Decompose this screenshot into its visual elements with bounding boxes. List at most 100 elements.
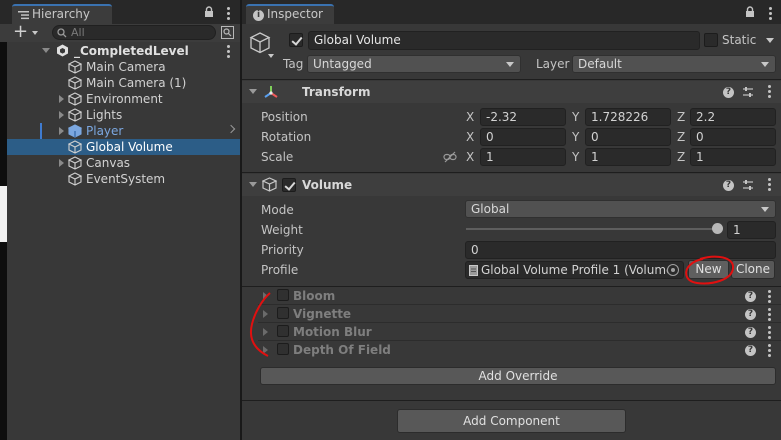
layer-label: Layer bbox=[536, 57, 570, 71]
position-axis-label[interactable]: Z bbox=[677, 110, 685, 124]
gameobject-cube-icon bbox=[249, 32, 271, 54]
gameobject-icon bbox=[68, 156, 82, 170]
lock-icon[interactable] bbox=[204, 6, 214, 18]
scene-menu-icon[interactable] bbox=[227, 45, 230, 60]
rotation-x-field[interactable]: 0 bbox=[480, 128, 566, 146]
scene-search-icon[interactable] bbox=[221, 26, 234, 39]
rotation-axis-label[interactable]: Z bbox=[677, 130, 685, 144]
position-x-field[interactable]: -2.32 bbox=[480, 108, 566, 126]
weight-field[interactable]: 1 bbox=[727, 221, 776, 239]
separator bbox=[242, 400, 781, 401]
hierarchy-item[interactable]: Global Volume bbox=[7, 139, 240, 155]
override-menu-icon[interactable] bbox=[768, 344, 771, 359]
transform-help-icon[interactable]: ? bbox=[723, 87, 734, 98]
override-help-icon[interactable]: ? bbox=[745, 345, 756, 356]
static-dropdown-caret[interactable] bbox=[766, 38, 774, 43]
override-menu-icon[interactable] bbox=[768, 326, 771, 341]
rotation-axis-label[interactable]: X bbox=[466, 130, 474, 144]
hierarchy-item[interactable]: Canvas bbox=[0, 155, 240, 171]
override-menu-icon[interactable] bbox=[768, 290, 771, 305]
rotation-y-field[interactable]: 0 bbox=[585, 128, 671, 146]
weight-slider-thumb[interactable] bbox=[712, 223, 723, 234]
static-checkbox[interactable] bbox=[704, 33, 718, 47]
new-profile-button[interactable]: New bbox=[688, 260, 729, 279]
transform-menu-icon[interactable] bbox=[768, 85, 771, 100]
inspector-lock-icon[interactable] bbox=[745, 6, 755, 18]
foldout-open-icon bbox=[249, 182, 257, 187]
object-picker-icon[interactable] bbox=[667, 264, 679, 276]
chevron-right-icon[interactable] bbox=[226, 124, 236, 134]
hierarchy-item[interactable]: EventSystem bbox=[0, 171, 240, 187]
override-row[interactable]: Bloom? bbox=[248, 287, 781, 305]
info-icon: i bbox=[253, 10, 264, 21]
volume-profile-asset-icon bbox=[469, 265, 478, 276]
gameobject-icon bbox=[68, 172, 82, 186]
hierarchy-item[interactable]: Environment bbox=[0, 91, 240, 107]
active-checkbox[interactable] bbox=[289, 33, 303, 47]
scale-axis-label[interactable]: Y bbox=[572, 150, 579, 164]
hierarchy-item-label: Player bbox=[86, 124, 124, 138]
position-axis-label[interactable]: X bbox=[466, 110, 474, 124]
icon-dropdown-caret[interactable] bbox=[268, 54, 274, 58]
scale-label: Scale bbox=[261, 150, 294, 164]
rotation-axis-label[interactable]: Y bbox=[572, 130, 579, 144]
foldout-closed-icon bbox=[263, 328, 268, 336]
object-name-field[interactable]: Global Volume bbox=[308, 31, 700, 50]
volume-menu-icon[interactable] bbox=[768, 178, 771, 193]
transform-title: Transform bbox=[302, 85, 371, 99]
layer-dropdown[interactable]: Default bbox=[572, 55, 776, 73]
transform-presets-icon[interactable] bbox=[742, 86, 754, 98]
profile-value: Global Volume Profile 1 (Volume bbox=[481, 263, 674, 277]
override-help-icon[interactable]: ? bbox=[745, 327, 756, 338]
search-field[interactable]: All bbox=[52, 25, 216, 40]
rotation-z-field[interactable]: 0 bbox=[690, 128, 776, 146]
weight-slider-track[interactable] bbox=[466, 228, 718, 230]
override-row[interactable]: Depth Of Field? bbox=[248, 341, 781, 359]
hierarchy-item[interactable]: Main Camera bbox=[0, 59, 240, 75]
scene-row[interactable]: _CompletedLevel bbox=[0, 43, 240, 59]
override-checkbox[interactable] bbox=[277, 307, 289, 319]
foldout-closed-icon bbox=[59, 127, 64, 135]
scale-x-field[interactable]: 1 bbox=[480, 148, 566, 166]
create-button[interactable]: + bbox=[13, 21, 43, 42]
hierarchy-item-label: Canvas bbox=[86, 156, 131, 170]
modified-bar bbox=[40, 123, 42, 139]
foldout-open-icon bbox=[249, 89, 257, 94]
volume-enabled-checkbox[interactable] bbox=[282, 178, 296, 192]
mode-dropdown[interactable]: Global bbox=[465, 200, 776, 218]
override-row[interactable]: Motion Blur? bbox=[248, 323, 781, 341]
tab-inspector[interactable]: i Inspector bbox=[246, 4, 334, 24]
scale-axis-label[interactable]: Z bbox=[677, 150, 685, 164]
position-label: Position bbox=[261, 110, 308, 124]
constrain-proportions-icon[interactable] bbox=[443, 151, 457, 163]
override-checkbox[interactable] bbox=[277, 343, 289, 355]
add-override-button[interactable]: Add Override bbox=[260, 367, 776, 385]
hierarchy-item[interactable]: Main Camera (1) bbox=[0, 75, 240, 91]
chevron-down-icon bbox=[32, 31, 38, 35]
tag-dropdown[interactable]: Untagged bbox=[307, 55, 521, 73]
override-checkbox[interactable] bbox=[277, 325, 289, 337]
clone-profile-button[interactable]: Clone bbox=[731, 260, 775, 279]
position-y-field[interactable]: 1.728226 bbox=[585, 108, 671, 126]
scale-axis-label[interactable]: X bbox=[466, 150, 474, 164]
position-axis-label[interactable]: Y bbox=[572, 110, 579, 124]
scale-z-field[interactable]: 1 bbox=[690, 148, 776, 166]
volume-help-icon[interactable]: ? bbox=[723, 180, 734, 191]
scale-y-field[interactable]: 1 bbox=[585, 148, 671, 166]
volume-presets-icon[interactable] bbox=[742, 179, 754, 191]
inspector-menu-icon[interactable] bbox=[769, 7, 772, 22]
override-checkbox[interactable] bbox=[277, 289, 289, 301]
hierarchy-item[interactable]: Lights bbox=[0, 107, 240, 123]
priority-field[interactable]: 0 bbox=[465, 241, 776, 259]
override-row[interactable]: Vignette? bbox=[248, 305, 781, 323]
hierarchy-item-label: EventSystem bbox=[86, 172, 166, 186]
add-component-button[interactable]: Add Component bbox=[397, 409, 626, 433]
hierarchy-menu-icon[interactable] bbox=[227, 7, 230, 22]
override-menu-icon[interactable] bbox=[768, 308, 771, 323]
override-help-icon[interactable]: ? bbox=[745, 309, 756, 320]
position-z-field[interactable]: 2.2 bbox=[690, 108, 776, 126]
override-label: Motion Blur bbox=[293, 325, 372, 339]
profile-field[interactable]: Global Volume Profile 1 (Volume bbox=[465, 261, 684, 279]
hierarchy-item[interactable]: Player bbox=[0, 123, 240, 139]
override-help-icon[interactable]: ? bbox=[745, 291, 756, 302]
